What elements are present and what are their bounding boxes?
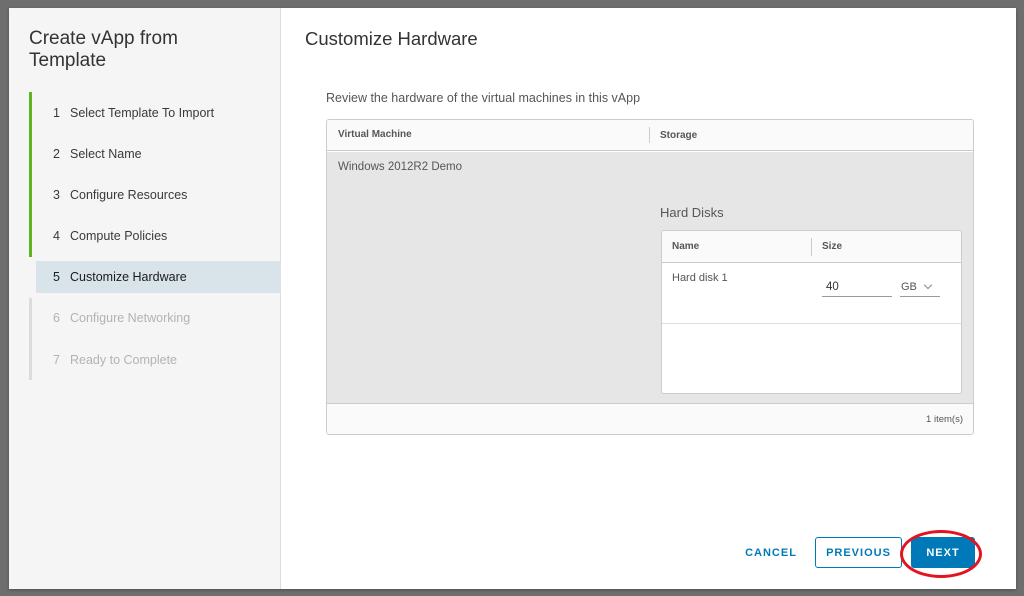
wizard-title: Create vApp from Template	[29, 28, 178, 71]
step-number: 3	[53, 187, 60, 202]
wizard-content: Customize Hardware Review the hardware o…	[281, 8, 1016, 589]
hard-disks-header: Name Size	[662, 231, 961, 263]
step-select-name[interactable]: 2 Select Name	[29, 133, 281, 175]
step-label: Select Name	[70, 146, 142, 161]
step-select-template[interactable]: 1 Select Template To Import	[29, 92, 281, 134]
cancel-button[interactable]: CANCEL	[736, 537, 806, 568]
disk-size-input[interactable]	[822, 277, 892, 297]
step-number: 5	[53, 269, 60, 284]
grid-footer: 1 item(s)	[327, 403, 973, 434]
step-label: Configure Networking	[70, 311, 191, 326]
hard-disk-name: Hard disk 1	[672, 272, 728, 284]
hard-disk-row: Hard disk 1 GB	[662, 263, 961, 324]
step-label: Customize Hardware	[70, 269, 187, 284]
column-header-virtual-machine[interactable]: Virtual Machine	[327, 127, 650, 143]
previous-button[interactable]: PREVIOUS	[815, 537, 902, 568]
page-title: Customize Hardware	[305, 28, 478, 49]
grid-header: Virtual Machine Storage	[327, 120, 973, 151]
step-ready-to-complete: 7 Ready to Complete	[29, 338, 281, 381]
vm-name: Windows 2012R2 Demo	[338, 161, 463, 173]
wizard-steps: 1 Select Template To Import 2 Select Nam…	[29, 92, 281, 381]
step-label: Configure Resources	[70, 187, 188, 202]
review-description: Review the hardware of the virtual machi…	[326, 91, 641, 105]
column-header-name[interactable]: Name	[662, 237, 812, 256]
step-label: Ready to Complete	[70, 352, 178, 367]
item-count: 1 item(s)	[926, 413, 963, 425]
chevron-down-icon	[923, 280, 933, 289]
column-header-size[interactable]: Size	[812, 241, 842, 252]
step-configure-networking: 6 Configure Networking	[29, 297, 281, 339]
disk-unit-select[interactable]: GB	[900, 277, 940, 297]
next-button[interactable]: NEXT	[911, 537, 975, 568]
wizard-sidebar: Create vApp from Template 1 Select Templ…	[9, 8, 281, 589]
step-number: 2	[53, 146, 60, 161]
table-row[interactable]: Windows 2012R2 Demo Hard Disks Name Size…	[327, 152, 973, 404]
step-number: 1	[53, 105, 60, 120]
step-configure-resources[interactable]: 3 Configure Resources	[29, 174, 281, 216]
step-label: Select Template To Import	[70, 105, 215, 120]
step-number: 4	[53, 229, 60, 244]
column-header-storage[interactable]: Storage	[650, 130, 697, 141]
step-number: 7	[53, 352, 60, 367]
step-number: 6	[53, 311, 60, 326]
step-label: Compute Policies	[70, 229, 168, 244]
step-compute-policies[interactable]: 4 Compute Policies	[29, 215, 281, 257]
hard-disks-grid: Name Size Hard disk 1 GB	[661, 230, 962, 394]
disk-unit-value: GB	[901, 280, 917, 293]
hard-disks-title: Hard Disks	[660, 205, 724, 220]
create-vapp-wizard-dialog: Create vApp from Template 1 Select Templ…	[9, 8, 1016, 589]
vm-hardware-grid: Virtual Machine Storage Windows 2012R2 D…	[326, 119, 974, 435]
step-customize-hardware[interactable]: 5 Customize Hardware	[36, 260, 281, 293]
